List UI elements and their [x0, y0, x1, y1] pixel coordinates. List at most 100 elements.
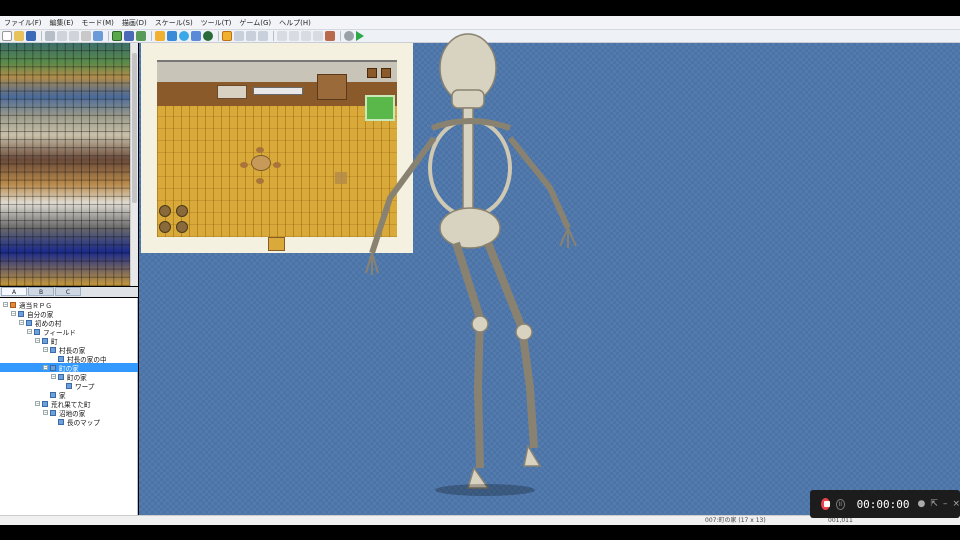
zoom-2-icon[interactable]: [234, 31, 244, 41]
toolbar-separator: [151, 31, 152, 41]
collapse-toggle-icon[interactable]: −: [27, 329, 32, 334]
event-search-icon[interactable]: [313, 31, 323, 41]
pencil-icon[interactable]: [155, 31, 165, 41]
collapse-toggle-icon[interactable]: −: [43, 365, 48, 370]
collapse-toggle-icon[interactable]: −: [43, 347, 48, 352]
scrollbar-thumb[interactable]: [132, 53, 137, 203]
event-mode-icon[interactable]: [124, 31, 134, 41]
delete-icon[interactable]: [81, 31, 91, 41]
popout-icon[interactable]: ⇱: [930, 499, 938, 509]
room-door: [268, 237, 285, 251]
map-icon: [34, 328, 40, 335]
tree-item[interactable]: 長のマップ: [0, 417, 138, 427]
tileset-palette[interactable]: [0, 43, 130, 286]
stool: [240, 162, 248, 168]
map-icon: [18, 310, 24, 317]
tree-item-label: 町: [51, 337, 58, 346]
toolbar-separator: [340, 31, 341, 41]
stool: [273, 162, 281, 168]
pot: [159, 205, 171, 217]
collapse-toggle-icon[interactable]: −: [35, 338, 40, 343]
tileset-scrollbar[interactable]: [130, 43, 138, 286]
map-icon: [42, 400, 48, 407]
tab-a[interactable]: A: [1, 287, 27, 296]
sound-test-icon[interactable]: [301, 31, 311, 41]
open-folder-icon[interactable]: [14, 31, 24, 41]
window-bottom-bar: [0, 525, 960, 540]
tab-b[interactable]: B: [28, 287, 54, 296]
database-icon[interactable]: [277, 31, 287, 41]
map-icon: [26, 319, 32, 326]
collapse-toggle-icon[interactable]: −: [11, 311, 16, 316]
microphone-icon[interactable]: ●: [918, 499, 926, 509]
tree-item-label: ワープ: [75, 382, 95, 391]
map-icon: [58, 418, 64, 425]
skeleton-image: [365, 33, 577, 496]
tree-item[interactable]: − 適当ＲＰＧ: [0, 300, 138, 310]
tree-item[interactable]: − フィールド: [0, 327, 138, 337]
menu-item-6[interactable]: ゲーム(G): [235, 18, 275, 28]
map-icon: [50, 409, 56, 416]
zoom-1-icon[interactable]: [222, 31, 232, 41]
map-mode-icon[interactable]: [112, 31, 122, 41]
menu-item-7[interactable]: ヘルプ(H): [275, 18, 315, 28]
pot: [176, 205, 188, 217]
pot: [176, 221, 188, 233]
pause-icon[interactable]: II: [835, 498, 845, 510]
tree-item[interactable]: ワープ: [0, 381, 138, 391]
menu-item-2[interactable]: モード(M): [77, 18, 118, 28]
recording-time: 00:00:00: [856, 497, 910, 511]
zoom-8-icon[interactable]: [258, 31, 268, 41]
map-icon: [58, 373, 64, 380]
map-cursor-tile: [335, 172, 347, 184]
collapse-toggle-icon[interactable]: −: [43, 410, 48, 415]
menu-item-3[interactable]: 描画(D): [118, 18, 151, 28]
save-icon[interactable]: [26, 31, 36, 41]
status-map-info: 007:町の家 (17 x 13): [705, 517, 766, 524]
toolbar-separator: [273, 31, 274, 41]
tree-item[interactable]: − 自分の家: [0, 309, 138, 319]
shadow-pen-icon[interactable]: [203, 31, 213, 41]
map-icon: [42, 337, 48, 344]
menu-item-4[interactable]: スケール(S): [151, 18, 197, 28]
map-icon: [50, 346, 56, 353]
record-stop-icon[interactable]: [821, 498, 830, 510]
menu-item-0[interactable]: ファイル(F): [0, 18, 46, 28]
collapse-toggle-icon[interactable]: −: [35, 401, 40, 406]
rectangle-icon[interactable]: [167, 31, 177, 41]
ellipse-icon[interactable]: [179, 31, 189, 41]
fill-icon[interactable]: [191, 31, 201, 41]
new-file-icon[interactable]: [2, 31, 12, 41]
screen-recorder-widget: II 00:00:00 ● ⇱ – ×: [810, 490, 960, 518]
resource-manager-icon[interactable]: [325, 31, 335, 41]
tree-item-label: フィールド: [43, 328, 76, 337]
undo-icon[interactable]: [93, 31, 103, 41]
menu-item-1[interactable]: 編集(E): [46, 18, 78, 28]
close-icon[interactable]: ×: [952, 499, 960, 509]
stool: [256, 178, 264, 184]
copy-icon[interactable]: [57, 31, 67, 41]
barrel: [159, 221, 171, 233]
round-table: [251, 155, 271, 171]
region-mode-icon[interactable]: [136, 31, 146, 41]
collapse-toggle-icon[interactable]: −: [51, 374, 56, 379]
toolbar-separator: [41, 31, 42, 41]
tree-item[interactable]: − 町の家: [0, 372, 138, 382]
paste-icon[interactable]: [69, 31, 79, 41]
collapse-toggle-icon[interactable]: −: [19, 320, 24, 325]
map-icon: [66, 382, 72, 389]
tab-c[interactable]: C: [55, 287, 81, 296]
map-icon: [50, 364, 56, 371]
menu-item-5[interactable]: ツール(T): [197, 18, 236, 28]
map-tree: − 適当ＲＰＧ − 自分の家 − 初めの村 − フィールド − 町 − 村長の家 村長の家の中 − 町の家 −…: [0, 298, 138, 515]
minimize-icon[interactable]: –: [943, 499, 948, 509]
toolbar-separator: [108, 31, 109, 41]
plugin-icon[interactable]: [289, 31, 299, 41]
collapse-toggle-icon[interactable]: −: [3, 302, 8, 307]
map-icon: [58, 355, 64, 362]
zoom-4-icon[interactable]: [246, 31, 256, 41]
project-icon: [10, 301, 16, 308]
cut-icon[interactable]: [45, 31, 55, 41]
